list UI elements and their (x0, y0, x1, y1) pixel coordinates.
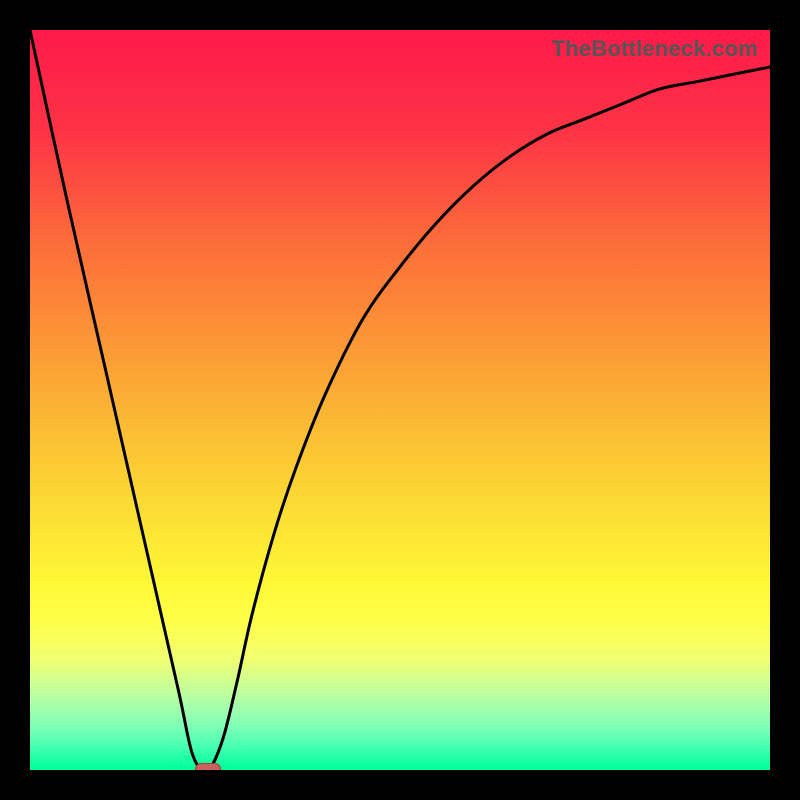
background-gradient (30, 30, 770, 770)
watermark-text: TheBottleneck.com (552, 36, 758, 62)
plot-area: TheBottleneck.com (30, 30, 770, 770)
optimum-marker (195, 763, 221, 770)
outer-frame: TheBottleneck.com (0, 0, 800, 800)
